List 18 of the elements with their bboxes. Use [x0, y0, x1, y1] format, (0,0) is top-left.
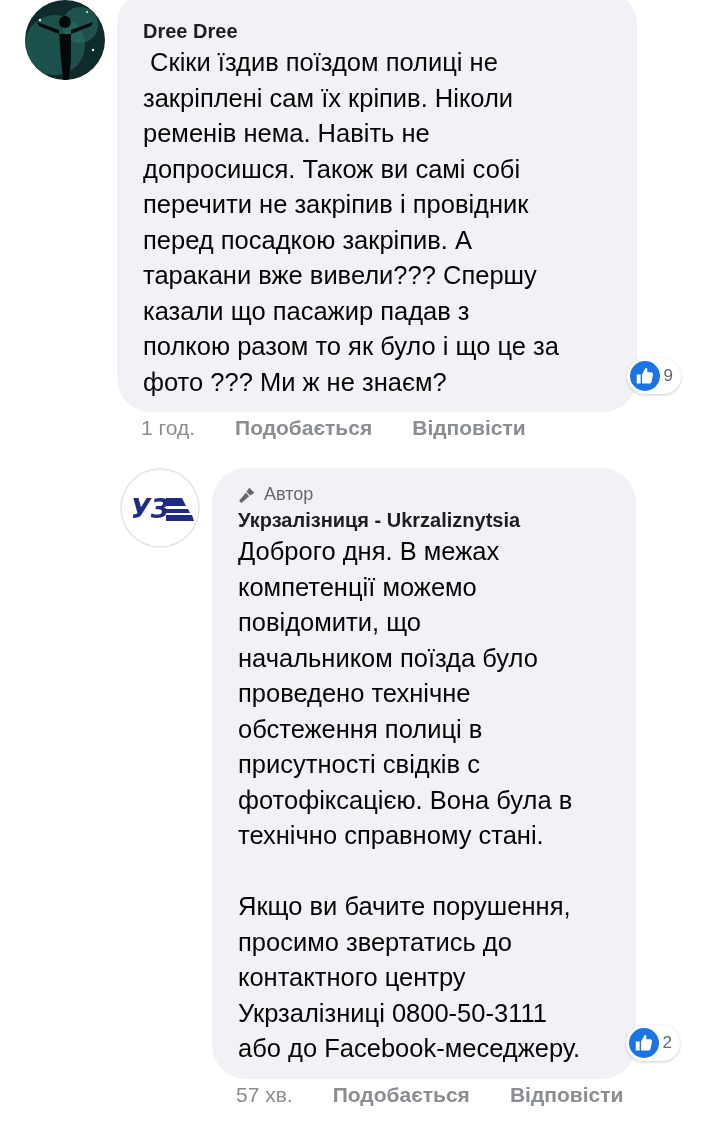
reaction-count[interactable]: 9 — [626, 358, 681, 394]
timestamp: 57 хв. — [236, 1082, 293, 1107]
author-name[interactable]: Dree Dree — [143, 20, 611, 43]
comment-text: Якщо ви бачите порушення, просимо звертатись до контактного центру Укрзалізниці 0800-50-3111 або до Facebook-меседжеру. — [238, 891, 582, 1064]
author-label: Автор — [264, 484, 314, 505]
like-link[interactable]: Подобається — [235, 416, 373, 440]
comment-text: Скіки їздив поїздом полиці не закріплені сам їх кріпив. Ніколи ременів нема. Навіть не допросишся. Також ви самі собі перечити не закріпив і провідник перед посадкою закріпив. А таракани вже вивели??? Спершу казали що пасажир падав з полкою разом то як було і що це за фото ??? Ми ж не знаєм? — [143, 47, 560, 398]
microphone-icon — [238, 485, 256, 504]
author-name[interactable]: Укрзалізниця - Ukrzaliznytsia — [238, 509, 610, 532]
like-link[interactable]: Подобається — [332, 1082, 470, 1107]
reply-link[interactable]: Відповісти — [509, 1082, 624, 1107]
logo-avatar: УЗ — [120, 468, 200, 548]
comment-text: Доброго дня. В межах компетенції можемо повідомити, що начальником поїзда було проведено технічне обстеження полиці в присутності свідків с фотофіксацією. Вона була в технічно справному стані. — [238, 536, 574, 851]
reaction-count[interactable]: 2 — [625, 1024, 680, 1061]
like-icon — [628, 1027, 659, 1058]
reply-link[interactable]: Відповісти — [412, 416, 526, 440]
like-icon — [629, 361, 660, 391]
timestamp: 1 год. — [141, 416, 196, 440]
